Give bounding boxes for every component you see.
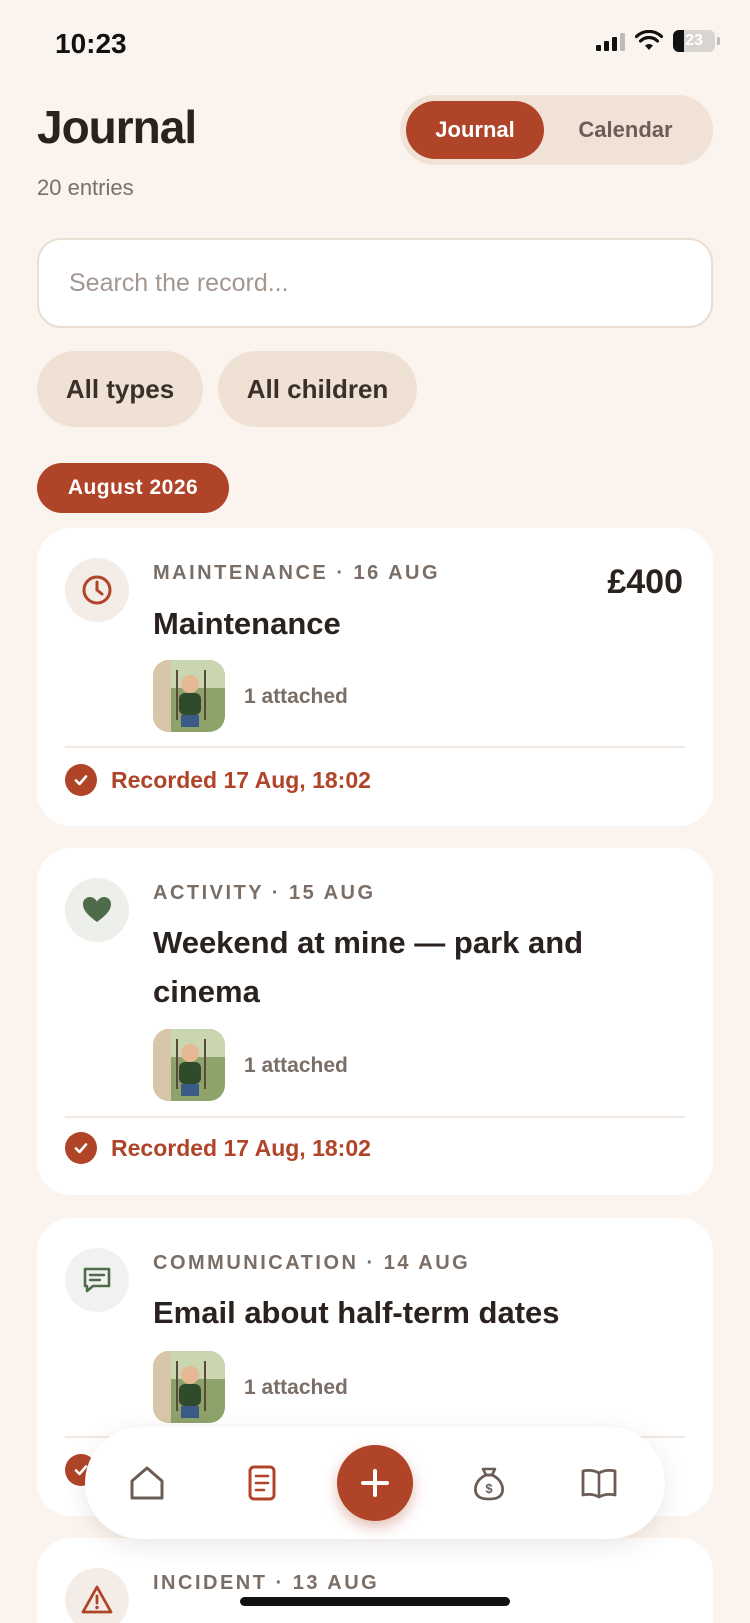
card-divider bbox=[65, 1116, 685, 1118]
entry-meta: INCIDENT · 13 AUG bbox=[153, 1572, 380, 1594]
battery-tip bbox=[717, 37, 720, 45]
money-bag-icon[interactable]: $ bbox=[461, 1455, 517, 1511]
warning-icon bbox=[65, 1568, 129, 1623]
status-bar: 10:23 23 bbox=[0, 0, 750, 90]
children-filter-chip[interactable]: All children bbox=[218, 351, 417, 427]
entry-title: Weekend at mine — park and cinema bbox=[153, 925, 584, 1009]
journal-entry-card[interactable]: ACTIVITY · 15 AUG Weekend at mine — park… bbox=[37, 848, 713, 1195]
entry-meta: MAINTENANCE · 16 AUG bbox=[153, 562, 441, 584]
home-indicator bbox=[240, 1597, 510, 1606]
check-icon bbox=[65, 1132, 97, 1164]
attachment-thumbnail[interactable] bbox=[153, 660, 225, 732]
attachment-thumbnail[interactable] bbox=[153, 1351, 225, 1423]
status-time: 10:23 bbox=[55, 28, 127, 59]
attachment-thumbnail[interactable] bbox=[153, 1029, 225, 1101]
journal-tab[interactable]: Journal bbox=[406, 101, 544, 159]
clock-icon bbox=[65, 558, 129, 622]
journal-icon[interactable] bbox=[234, 1455, 290, 1511]
status-icons: 23 bbox=[596, 30, 720, 52]
attachment-count: 1 attached bbox=[244, 1054, 348, 1077]
bottom-nav: $ bbox=[85, 1427, 665, 1539]
add-icon bbox=[361, 1469, 389, 1497]
entry-meta: ACTIVITY · 15 AUG bbox=[153, 882, 376, 904]
entry-count: 20 entries bbox=[37, 175, 134, 200]
message-icon bbox=[65, 1248, 129, 1312]
attachment-count: 1 attached bbox=[244, 1376, 348, 1399]
recorded-text: Recorded 17 Aug, 18:02 bbox=[111, 1134, 371, 1161]
entry-title: Email about half-term dates bbox=[153, 1295, 560, 1330]
recorded-text: Recorded 17 Aug, 18:02 bbox=[111, 766, 371, 793]
battery-level: 23 bbox=[685, 32, 703, 49]
calendar-tab[interactable]: Calendar bbox=[544, 101, 707, 159]
recorded-status: Recorded 17 Aug, 18:02 bbox=[65, 1132, 371, 1164]
recorded-status: Recorded 17 Aug, 18:02 bbox=[65, 764, 371, 796]
view-toggle: Journal Calendar bbox=[400, 95, 713, 165]
journal-entry-card[interactable]: INCIDENT · 13 AUG bbox=[37, 1538, 713, 1623]
entry-meta: COMMUNICATION · 14 AUG bbox=[153, 1252, 471, 1274]
add-entry-button[interactable] bbox=[337, 1445, 413, 1521]
heart-icon bbox=[65, 878, 129, 942]
check-icon bbox=[65, 764, 97, 796]
cellular-signal-icon bbox=[596, 31, 625, 51]
search-input[interactable] bbox=[69, 268, 669, 298]
book-icon[interactable] bbox=[571, 1455, 627, 1511]
attachment-count: 1 attached bbox=[244, 685, 348, 708]
entry-amount: £400 bbox=[607, 563, 683, 601]
entry-title: Maintenance bbox=[153, 606, 341, 641]
type-filter-chip[interactable]: All types bbox=[37, 351, 203, 427]
month-header: August 2026 bbox=[37, 463, 229, 513]
battery-icon: 23 bbox=[673, 30, 715, 52]
card-divider bbox=[65, 746, 685, 748]
svg-text:$: $ bbox=[485, 1481, 493, 1496]
home-icon[interactable] bbox=[119, 1455, 175, 1511]
page-title: Journal bbox=[37, 101, 197, 153]
journal-entry-card[interactable]: MAINTENANCE · 16 AUG Maintenance £400 1 … bbox=[37, 528, 713, 826]
search-box bbox=[37, 238, 713, 328]
wifi-icon bbox=[635, 30, 663, 50]
